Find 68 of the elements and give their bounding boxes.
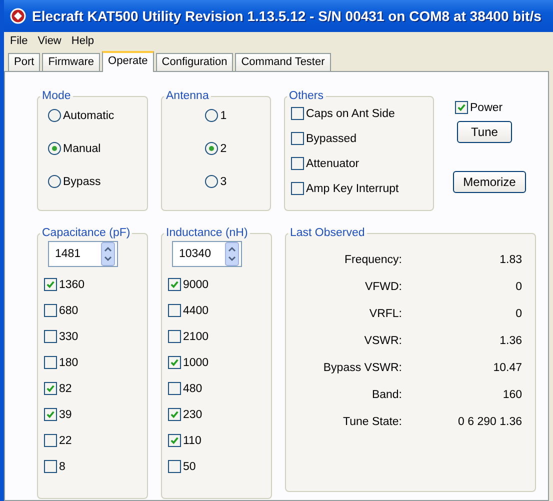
checkbox-option[interactable]: 330 (44, 329, 141, 344)
tune-button[interactable]: Tune (457, 121, 512, 143)
field-label: Tune State: (342, 416, 402, 428)
tab[interactable]: Operate (102, 51, 154, 72)
tab[interactable]: Configuration (156, 53, 234, 71)
spin-arrows-icon[interactable] (225, 242, 239, 266)
checkbox-option[interactable]: 2100 (168, 329, 265, 344)
checkbox-option[interactable]: 1360 (44, 277, 141, 292)
field-label: VSWR: (363, 335, 402, 347)
field-label: VRFL: (368, 308, 402, 320)
check-icon (46, 280, 55, 289)
field-value: 0 6 290 1.36 (457, 416, 522, 428)
menu-item[interactable]: File (10, 34, 34, 46)
radio-option[interactable]: Automatic (48, 108, 141, 123)
menu-item[interactable]: Help (71, 34, 100, 46)
menu-item[interactable]: View (38, 34, 68, 46)
number-spinner[interactable]: 1481 (48, 241, 118, 267)
checkbox-option[interactable]: 110 (168, 433, 265, 448)
radio-option[interactable]: Manual (48, 141, 141, 156)
check-icon (170, 358, 179, 367)
memorize-button[interactable]: Memorize (453, 171, 526, 193)
checkbox-option[interactable]: 50 (168, 459, 265, 474)
group-label: Others (288, 90, 325, 102)
checkbox-option[interactable]: 82 (44, 381, 141, 396)
checkbox-option[interactable]: Amp Key Interrupt (291, 181, 427, 196)
field-value: 1.36 (498, 335, 522, 347)
check-icon (170, 410, 179, 419)
checkbox-option[interactable]: 680 (44, 303, 141, 318)
app-icon (10, 8, 26, 24)
checkbox-option[interactable]: 480 (168, 381, 265, 396)
power-checkbox[interactable]: Power (455, 100, 503, 115)
checkbox-option[interactable]: 4400 (168, 303, 265, 318)
field-label: Bypass VSWR: (322, 362, 402, 374)
group-label: Inductance (nH) (165, 227, 249, 239)
checkbox-option[interactable]: Attenuator (291, 156, 427, 171)
checkbox-option[interactable]: Caps on Ant Side (291, 106, 427, 121)
checkbox-option[interactable]: 8 (44, 459, 141, 474)
field-value: 1.83 (498, 254, 522, 266)
check-icon (46, 410, 55, 419)
field-label: Frequency: (343, 254, 402, 266)
check-icon (170, 436, 179, 445)
checkbox-option[interactable]: 39 (44, 407, 141, 422)
group-label: Mode (41, 90, 72, 102)
spin-arrows-icon[interactable] (101, 242, 115, 266)
field-value: 0 (514, 281, 522, 293)
tab[interactable]: Command Tester (235, 53, 331, 71)
field-value: 0 (514, 308, 522, 320)
window-title: Elecraft KAT500 Utility Revision 1.13.5.12 - S/N 00431 on COM8 at 38400 bit/s (32, 8, 542, 24)
field-label: VFWD: (364, 281, 402, 293)
radio-option[interactable]: Bypass (48, 174, 141, 189)
tab[interactable]: Port (8, 53, 40, 71)
checkbox-option[interactable]: 9000 (168, 277, 265, 292)
checkbox-option[interactable]: 180 (44, 355, 141, 370)
checkbox-option[interactable]: 230 (168, 407, 265, 422)
checkbox-option[interactable]: 1000 (168, 355, 265, 370)
check-icon (46, 384, 55, 393)
group-label: Antenna (165, 90, 210, 102)
checkbox-option[interactable]: Bypassed (291, 131, 427, 146)
tab[interactable]: Firmware (42, 53, 100, 71)
check-icon (457, 103, 466, 112)
number-spinner[interactable]: 10340 (172, 241, 242, 267)
check-icon (170, 280, 179, 289)
group-label: Last Observed (289, 227, 366, 239)
checkbox-option[interactable]: 22 (44, 433, 141, 448)
field-value: 10.47 (492, 362, 522, 374)
field-label: Band: (370, 389, 402, 401)
field-value: 160 (502, 389, 522, 401)
group-label: Capacitance (pF) (41, 227, 132, 239)
